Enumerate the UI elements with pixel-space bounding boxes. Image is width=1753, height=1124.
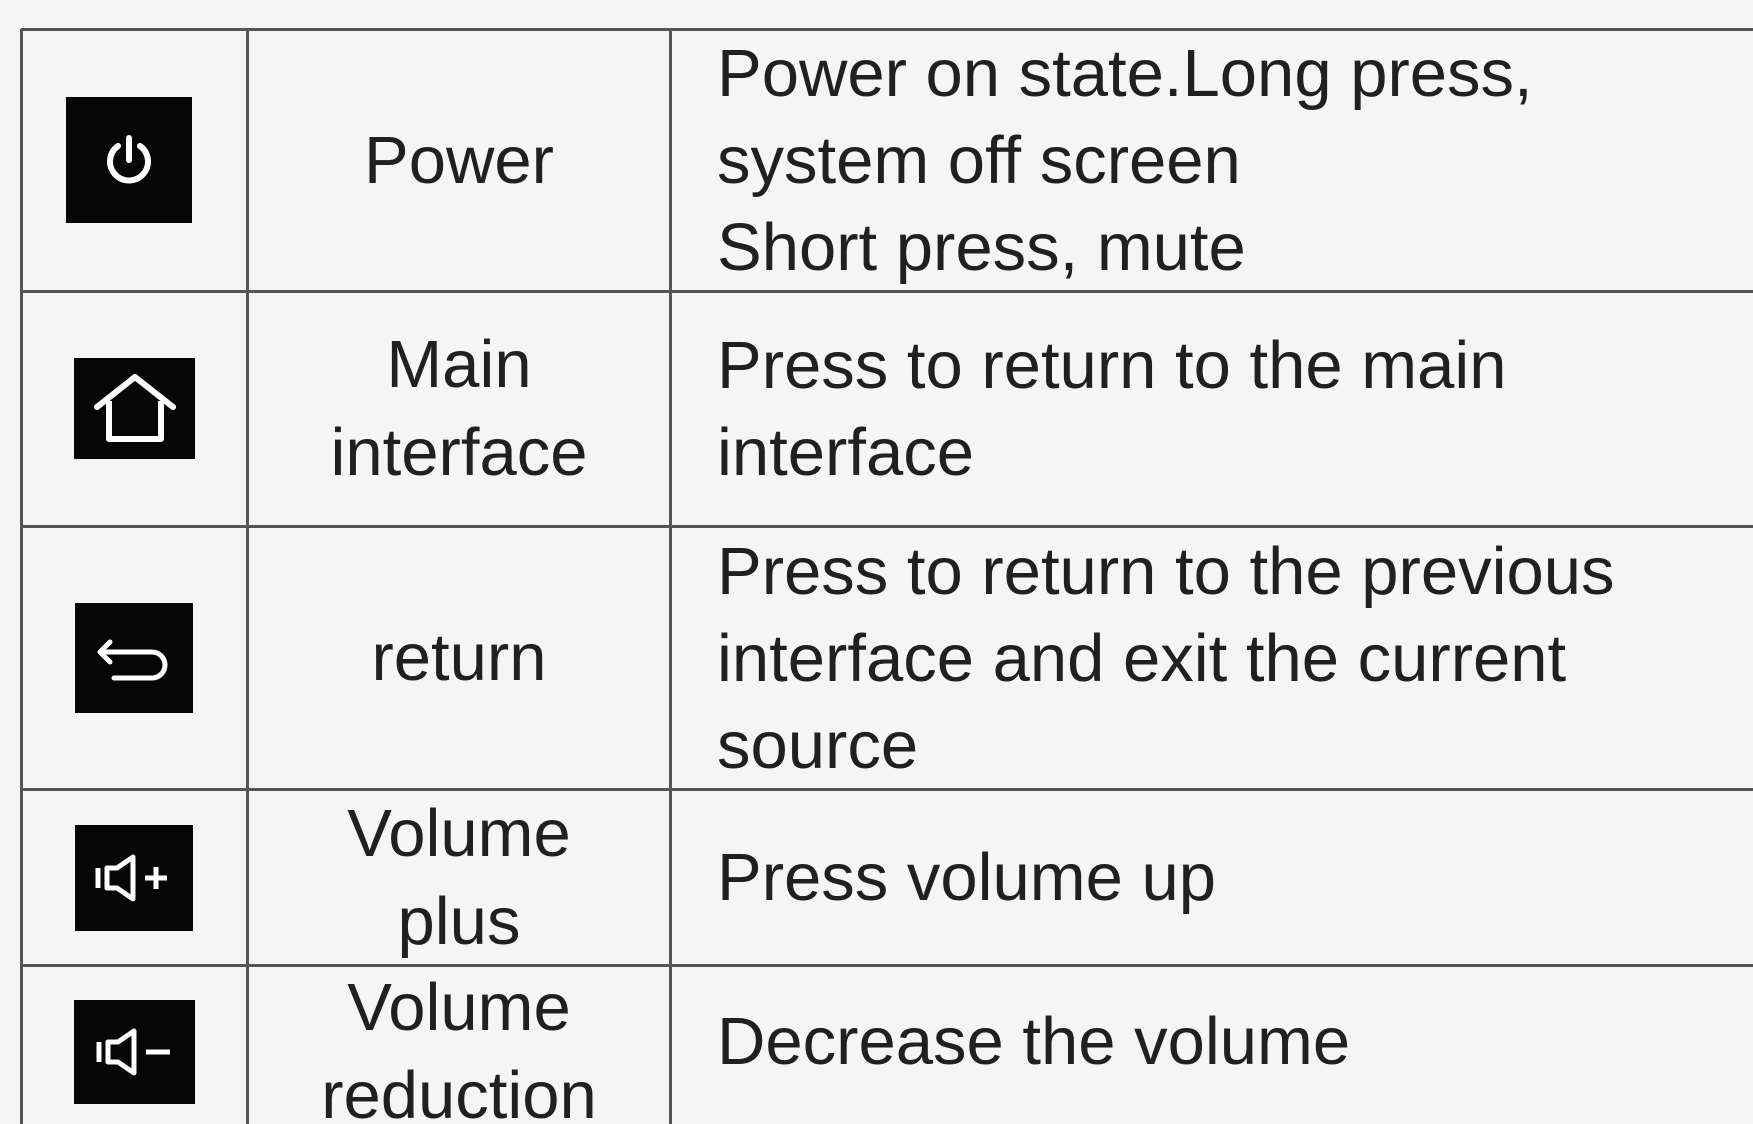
button-name-volume-plus: Volume plus [347,795,571,959]
button-description-volume-plus: Press volume up [717,840,1216,915]
table-row: Power on state.Long press, system off sc… [717,31,1753,290]
volume-minus-icon [74,1000,195,1104]
table-left-border [20,29,23,1124]
button-name-main-interface: Main interface [330,327,588,490]
button-name-power: Power [364,122,554,198]
volume-plus-icon [75,825,193,931]
button-description-volume-reduction: Decrease the volume [717,1004,1351,1079]
button-description-main-interface: Press to return to the main interface [717,328,1507,490]
button-description-power: Power on state.Long press, system off sc… [717,36,1533,285]
button-description-return: Press to return to the previous interfac… [717,533,1615,783]
power-icon [66,97,192,223]
table-row: Volume reduction [251,967,667,1124]
button-function-table: Power Power on state.Long press, system … [0,0,1753,1124]
table-row: Volume plus [251,791,667,964]
table-row: Decrease the volume [717,967,1753,1124]
button-name-volume-reduction: Volume reduction [321,970,597,1124]
column-divider [669,29,672,1124]
table-row: Press to return to the main interface [717,293,1753,525]
table-row: return [251,528,667,788]
return-icon [75,603,193,713]
table-row: Press volume up [717,791,1753,964]
column-divider [246,29,249,1124]
table-row: Main interface [251,293,667,525]
table-row: Power [251,31,667,290]
home-icon [74,358,195,459]
button-name-return: return [371,620,547,695]
table-row: Press to return to the previous interfac… [717,528,1753,788]
